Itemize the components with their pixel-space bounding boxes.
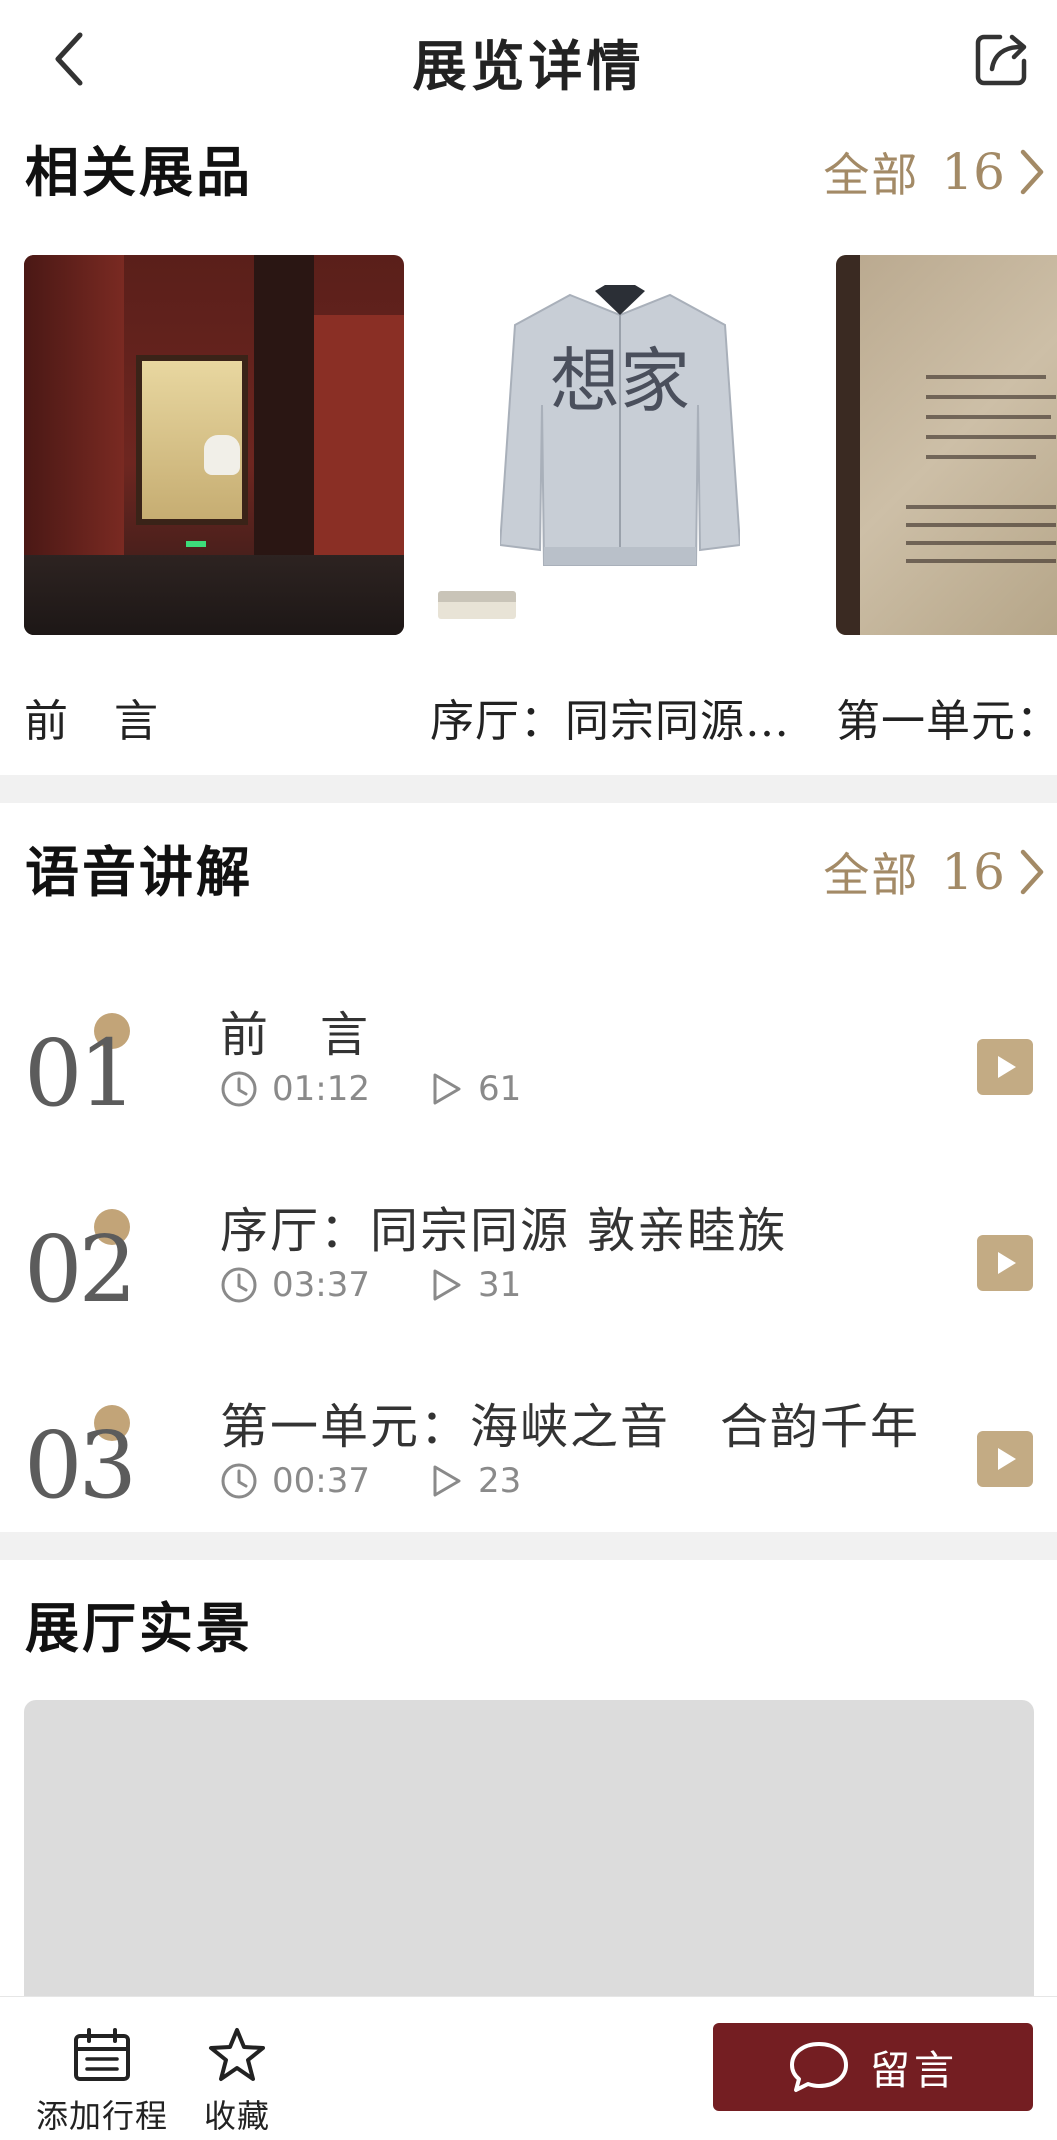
exhibit-thumbnail (836, 255, 1057, 635)
chat-bubble-icon (788, 2040, 850, 2094)
exhibit-thumbnail: 想家 (430, 255, 810, 635)
play-button[interactable] (977, 1235, 1033, 1291)
audio-list-item[interactable]: 02 序厅：同宗同源 敦亲睦族 03:37 31 (0, 1171, 1057, 1341)
museum-logo (438, 591, 516, 619)
audio-view-all[interactable]: 全部 16 (823, 832, 1047, 912)
audio-number: 03 (24, 1387, 144, 1519)
exhibit-caption: 第一单元：海 (836, 696, 1057, 747)
favorite-label: 收藏 (204, 2097, 271, 2135)
gallery-image-placeholder[interactable] (24, 1700, 1034, 2000)
play-button[interactable] (977, 1039, 1033, 1095)
calendar-icon (74, 2028, 130, 2081)
clock-icon (220, 1070, 258, 1108)
audio-play-count: 23 (477, 1461, 522, 1501)
play-icon (998, 1252, 1016, 1274)
audio-item-title: 第一单元：海峡之音 合韵千年 (220, 1399, 921, 1455)
audio-duration: 01:12 (272, 1069, 370, 1109)
gallery-header: 展厅实景 (0, 1588, 1057, 1668)
comment-label: 留言 (870, 2048, 958, 2094)
exhibits-header: 相关展品 全部 16 (0, 132, 1057, 212)
play-button[interactable] (977, 1431, 1033, 1487)
exhibit-card[interactable]: 前 言 (24, 255, 404, 755)
jacket-text-1: 想家 (550, 340, 690, 422)
favorite-button[interactable]: 收藏 (204, 2027, 270, 2137)
exhibition-detail-page: 展览详情 相关展品 全部 16 前 言 想家 序厅：同宗同源… 第一单元： 语音… (0, 0, 1057, 2140)
add-schedule-button[interactable]: 添加行程 (36, 2027, 168, 2137)
view-all-label: 全部 (823, 848, 920, 902)
audio-number: 02 (24, 1191, 144, 1323)
exhibits-title: 相关展品 (25, 140, 253, 204)
exhibit-card[interactable]: 想家 序厅：同宗同源… (430, 255, 810, 755)
exhibit-card[interactable]: 第一单元：海 (836, 255, 1057, 755)
audio-item-title: 前 言 (220, 1007, 371, 1063)
audio-header: 语音讲解 全部 16 (0, 832, 1057, 912)
chevron-right-icon (1017, 848, 1047, 896)
audio-duration: 03:37 (272, 1265, 370, 1305)
section-divider (0, 1532, 1057, 1560)
audio-number: 01 (24, 995, 144, 1127)
jacket-image: 想家 (500, 285, 740, 566)
share-icon (975, 34, 1027, 86)
nav-bar: 展览详情 (0, 0, 1057, 118)
audio-play-count: 31 (477, 1265, 522, 1305)
audio-item-meta: 03:37 31 (220, 1263, 521, 1307)
section-divider (0, 775, 1057, 803)
page-title: 展览详情 (412, 34, 645, 98)
play-icon (998, 1448, 1016, 1470)
comment-button[interactable]: 留言 (713, 2023, 1033, 2111)
audio-list-item[interactable]: 03 第一单元：海峡之音 合韵千年 00:37 23 (0, 1367, 1057, 1537)
star-icon (209, 2028, 265, 2081)
exhibit-caption: 前 言 (24, 696, 159, 747)
exhibit-thumbnail (24, 255, 404, 635)
clock-icon (220, 1266, 258, 1304)
chevron-right-icon (1017, 148, 1047, 196)
audio-play-count: 61 (477, 1069, 522, 1109)
exhibit-caption: 序厅：同宗同源… (430, 696, 790, 747)
clock-icon (220, 1462, 258, 1500)
audio-item-meta: 01:12 61 (220, 1067, 521, 1111)
audio-duration: 00:37 (272, 1461, 370, 1501)
play-count-icon (430, 1266, 464, 1304)
view-all-count: 16 (941, 843, 1005, 901)
audio-title: 语音讲解 (25, 840, 253, 904)
exhibits-carousel[interactable]: 前 言 想家 序厅：同宗同源… 第一单元： (0, 255, 1057, 755)
add-schedule-label: 添加行程 (36, 2097, 169, 2135)
play-icon (998, 1056, 1016, 1078)
share-button[interactable] (969, 26, 1035, 92)
play-count-icon (430, 1070, 464, 1108)
view-all-count: 16 (941, 143, 1005, 201)
play-count-icon (430, 1462, 464, 1500)
audio-item-meta: 00:37 23 (220, 1459, 521, 1503)
bottom-action-bar: 添加行程 收藏 留言 (0, 1996, 1057, 2140)
audio-item-title: 序厅：同宗同源 敦亲睦族 (220, 1203, 788, 1259)
audio-list-item[interactable]: 01 前 言 01:12 61 (0, 975, 1057, 1145)
gallery-title: 展厅实景 (25, 1596, 253, 1660)
exhibits-view-all[interactable]: 全部 16 (823, 132, 1047, 212)
view-all-label: 全部 (823, 148, 920, 202)
